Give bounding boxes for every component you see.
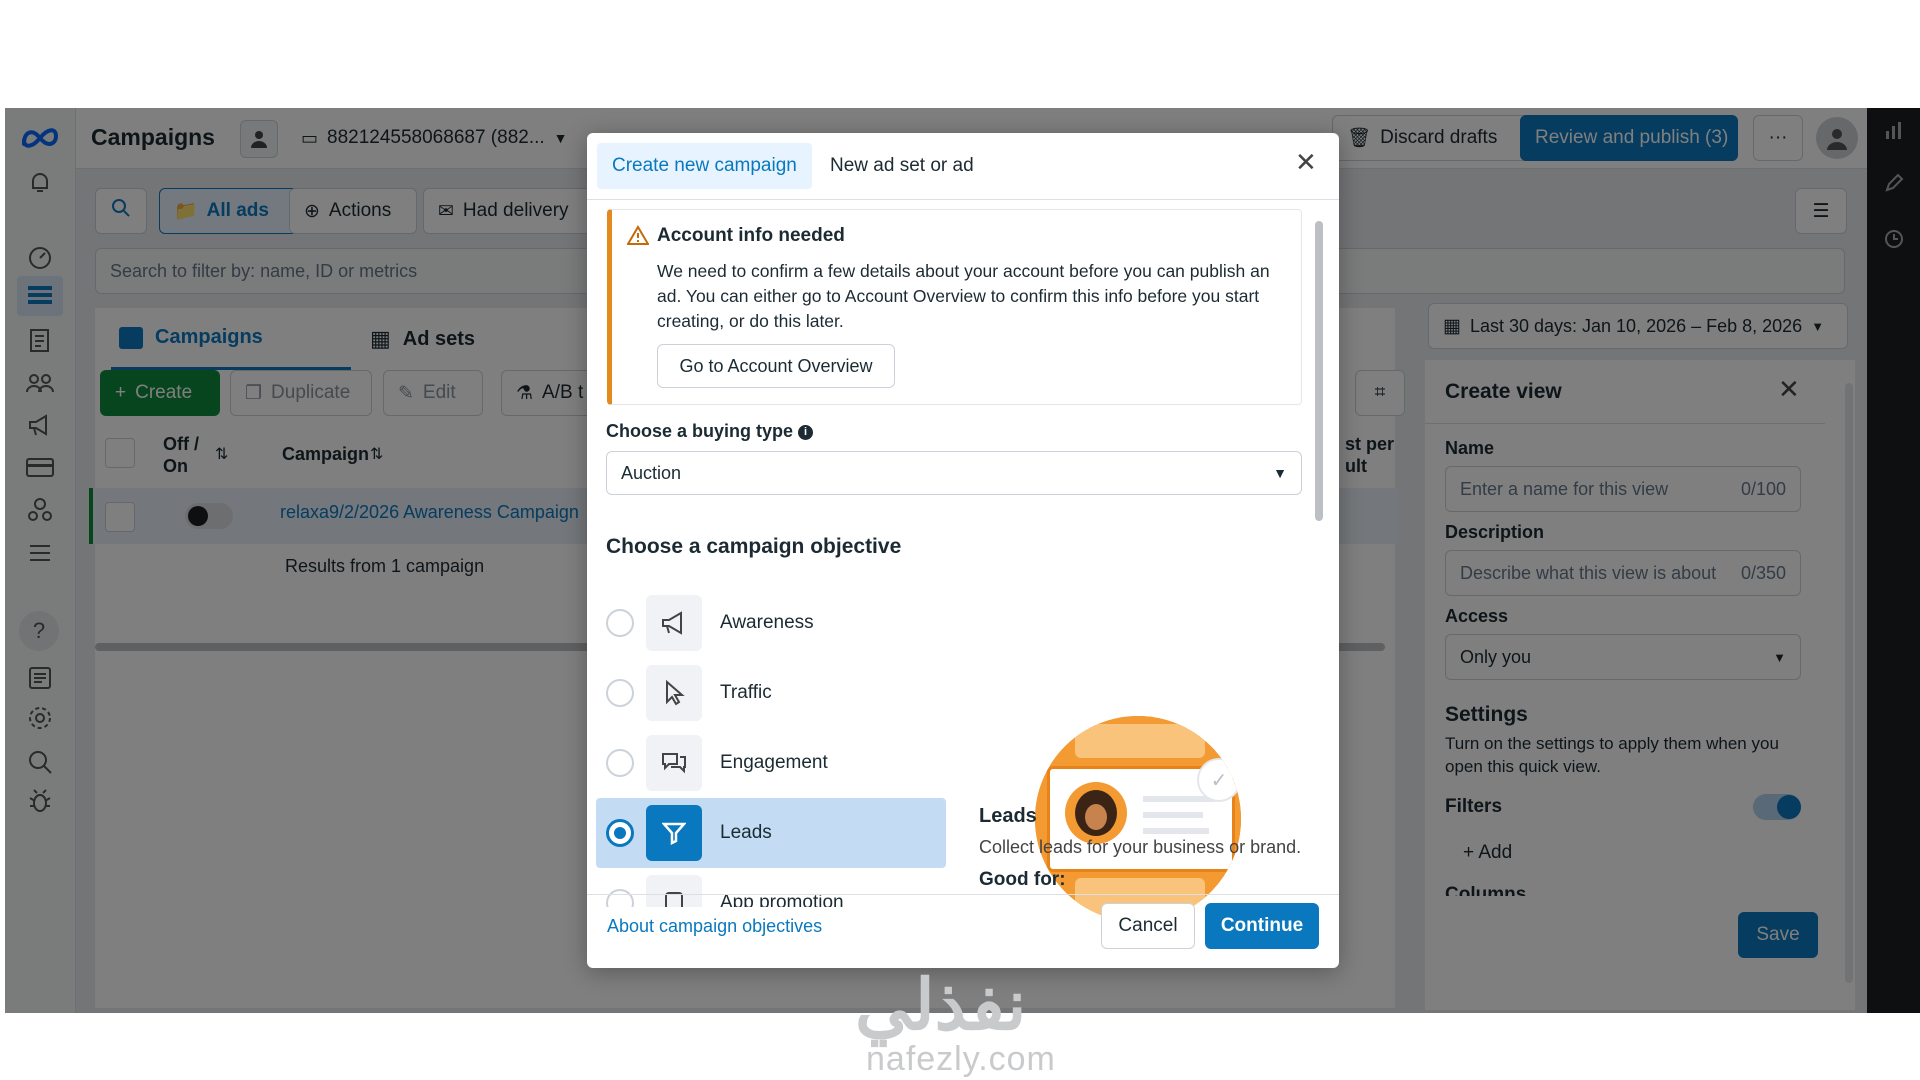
buying-type-label: Choose a buying type i	[606, 421, 814, 442]
create-campaign-dialog: Create new campaign New ad set or ad ✕ A…	[587, 133, 1339, 968]
app-icon	[646, 875, 702, 907]
leads-illustration-art: ✓	[1035, 716, 1241, 922]
app-promotion-radio[interactable]	[606, 889, 634, 907]
dialog-scrollbar[interactable]	[1315, 209, 1323, 892]
engagement-radio[interactable]	[606, 749, 634, 777]
watermark-url: nafezly.com	[866, 1040, 1056, 1078]
divider	[587, 894, 1339, 895]
tab-new-ad-set-or-ad[interactable]: New ad set or ad	[815, 143, 989, 189]
objective-app-promotion[interactable]: App promotion	[596, 868, 946, 907]
chevron-down-icon: ▼	[1273, 465, 1287, 481]
alert-body: We need to confirm a few details about y…	[657, 261, 1270, 331]
cancel-button[interactable]: Cancel	[1101, 903, 1195, 949]
cursor-icon	[646, 665, 702, 721]
objective-awareness[interactable]: Awareness	[596, 588, 946, 658]
info-icon: i	[798, 424, 814, 440]
go-to-account-overview-button[interactable]: Go to Account Overview	[657, 344, 895, 388]
objective-leads[interactable]: Leads	[596, 798, 946, 868]
objective-detail-description: Collect leads for your business or brand…	[979, 837, 1302, 857]
objective-detail-title: Leads	[979, 805, 1037, 827]
funnel-icon	[646, 805, 702, 861]
good-for-clipped: Good for:	[979, 869, 1066, 890]
continue-button[interactable]: Continue	[1205, 903, 1319, 949]
traffic-radio[interactable]	[606, 679, 634, 707]
objective-engagement[interactable]: Engagement	[596, 728, 946, 798]
alert-title: Account info needed	[657, 225, 845, 246]
buying-type-select[interactable]: Auction ▼	[606, 451, 1302, 495]
watermark-arabic: نفذلي	[855, 966, 1027, 1044]
close-dialog-icon[interactable]: ✕	[1295, 147, 1317, 178]
leads-radio[interactable]	[606, 819, 634, 847]
checkmark-icon: ✓	[1197, 758, 1241, 802]
megaphone-icon	[646, 595, 702, 651]
divider	[587, 199, 1339, 200]
objective-heading: Choose a campaign objective	[606, 535, 902, 558]
tab-create-new-campaign[interactable]: Create new campaign	[597, 143, 812, 189]
chat-bubbles-icon	[646, 735, 702, 791]
objective-traffic[interactable]: Traffic	[596, 658, 946, 728]
warning-triangle-icon	[626, 225, 650, 247]
awareness-radio[interactable]	[606, 609, 634, 637]
about-campaign-objectives-link[interactable]: About campaign objectives	[607, 916, 822, 937]
